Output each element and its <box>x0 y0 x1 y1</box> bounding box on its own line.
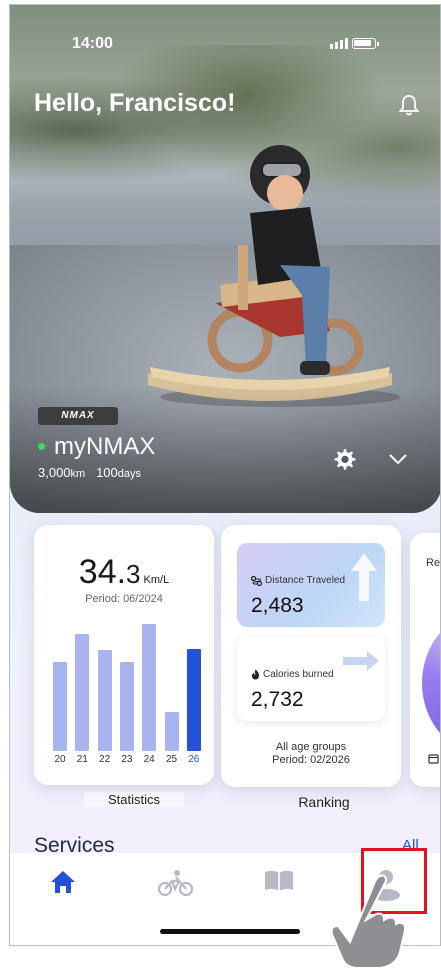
distance-unit: km <box>70 468 86 480</box>
chart-bar <box>75 634 90 751</box>
chart-bar <box>97 650 112 751</box>
chart-tick-label: 22 <box>99 754 111 765</box>
nav-ride[interactable] <box>144 861 204 905</box>
online-status-dot <box>38 443 45 450</box>
chart-tick-label: 21 <box>76 754 88 765</box>
status-time: 14:00 <box>72 35 113 52</box>
ranking-card[interactable]: Distance Traveled 2,483 Calories burned … <box>221 525 401 787</box>
nav-home[interactable] <box>36 861 96 905</box>
vehicle-days: 100 <box>96 465 118 480</box>
ranking-caption: Ranking <box>298 794 350 810</box>
chart-bar <box>164 712 179 751</box>
bike-icon <box>157 870 194 897</box>
chevron-down-icon[interactable] <box>388 452 408 466</box>
efficiency-period: Period: 06/2024 <box>85 593 163 605</box>
bell-icon[interactable] <box>398 93 420 117</box>
vehicle-distance: 3,000 <box>38 465 71 480</box>
vehicle-stats: 3,000km 100days <box>38 465 141 480</box>
home-indicator <box>160 929 300 934</box>
brand-badge: NMAX <box>38 407 118 425</box>
distance-label-row: Distance Traveled <box>251 575 345 586</box>
chart-tick-label: 26 <box>188 754 200 765</box>
hero-banner[interactable]: 14:00 Hello, Francisco! NMAX myNMAX 3,00… <box>10 5 440 513</box>
nav-guide[interactable] <box>250 861 310 905</box>
statistics-caption: Statistics <box>84 792 184 807</box>
battery-icon <box>352 38 376 49</box>
efficiency-decimal: 3 <box>126 559 141 589</box>
efficiency-unit: Km/L <box>143 574 170 586</box>
vehicle-name[interactable]: myNMAX <box>54 433 155 461</box>
hand-cursor-icon <box>330 874 407 969</box>
chart-bar <box>186 648 201 751</box>
calendar-icon <box>428 754 439 764</box>
report-card-title: Re <box>426 557 441 569</box>
ranking-period: Period: 02/2026 <box>272 754 350 766</box>
ranking-footer: All age groups Period: 02/2026 <box>221 741 401 767</box>
chart-bar <box>53 661 67 751</box>
chart-tick-label: 23 <box>121 754 133 765</box>
gear-icon[interactable] <box>332 447 356 471</box>
route-icon <box>251 575 262 586</box>
report-card-peek[interactable]: Re <box>410 533 441 787</box>
days-unit: days <box>117 468 142 480</box>
battery-tip <box>377 42 379 46</box>
chart-tick-label: 25 <box>165 754 178 765</box>
chart-bar <box>119 661 134 751</box>
book-icon <box>265 870 293 891</box>
arrow-right-icon <box>343 651 379 671</box>
calories-label-row: Calories burned <box>251 669 334 680</box>
arrow-up-icon <box>351 553 377 601</box>
status-icons <box>330 35 390 51</box>
efficiency-integer: 34. <box>78 553 127 591</box>
flame-icon <box>251 669 260 680</box>
chart-tick-label: 20 <box>54 754 66 765</box>
ranking-age-group: All age groups <box>275 741 347 753</box>
greeting-title: Hello, Francisco! <box>34 89 236 117</box>
distance-value: 2,483 <box>251 594 304 617</box>
chart-tick-label: 24 <box>143 754 155 765</box>
phone-screen: 14:00 Hello, Francisco! NMAX myNMAX 3,00… <box>9 4 441 946</box>
calories-ranking-box: Calories burned 2,732 <box>237 637 385 721</box>
home-icon <box>51 871 75 893</box>
calories-label: Calories burned <box>263 669 334 680</box>
signal-icon <box>330 38 348 49</box>
fuel-efficiency-value: 34.3 Km/L <box>34 553 214 592</box>
calories-value: 2,732 <box>251 688 304 711</box>
report-donut-chart <box>422 613 440 753</box>
chart-bar <box>142 624 157 751</box>
statistics-card[interactable]: 34.3 Km/L Period: 06/2024 20 21 22 23 24 25 26 <box>34 525 214 785</box>
distance-label: Distance Traveled <box>265 575 346 586</box>
distance-ranking-box: Distance Traveled 2,483 <box>237 543 385 627</box>
